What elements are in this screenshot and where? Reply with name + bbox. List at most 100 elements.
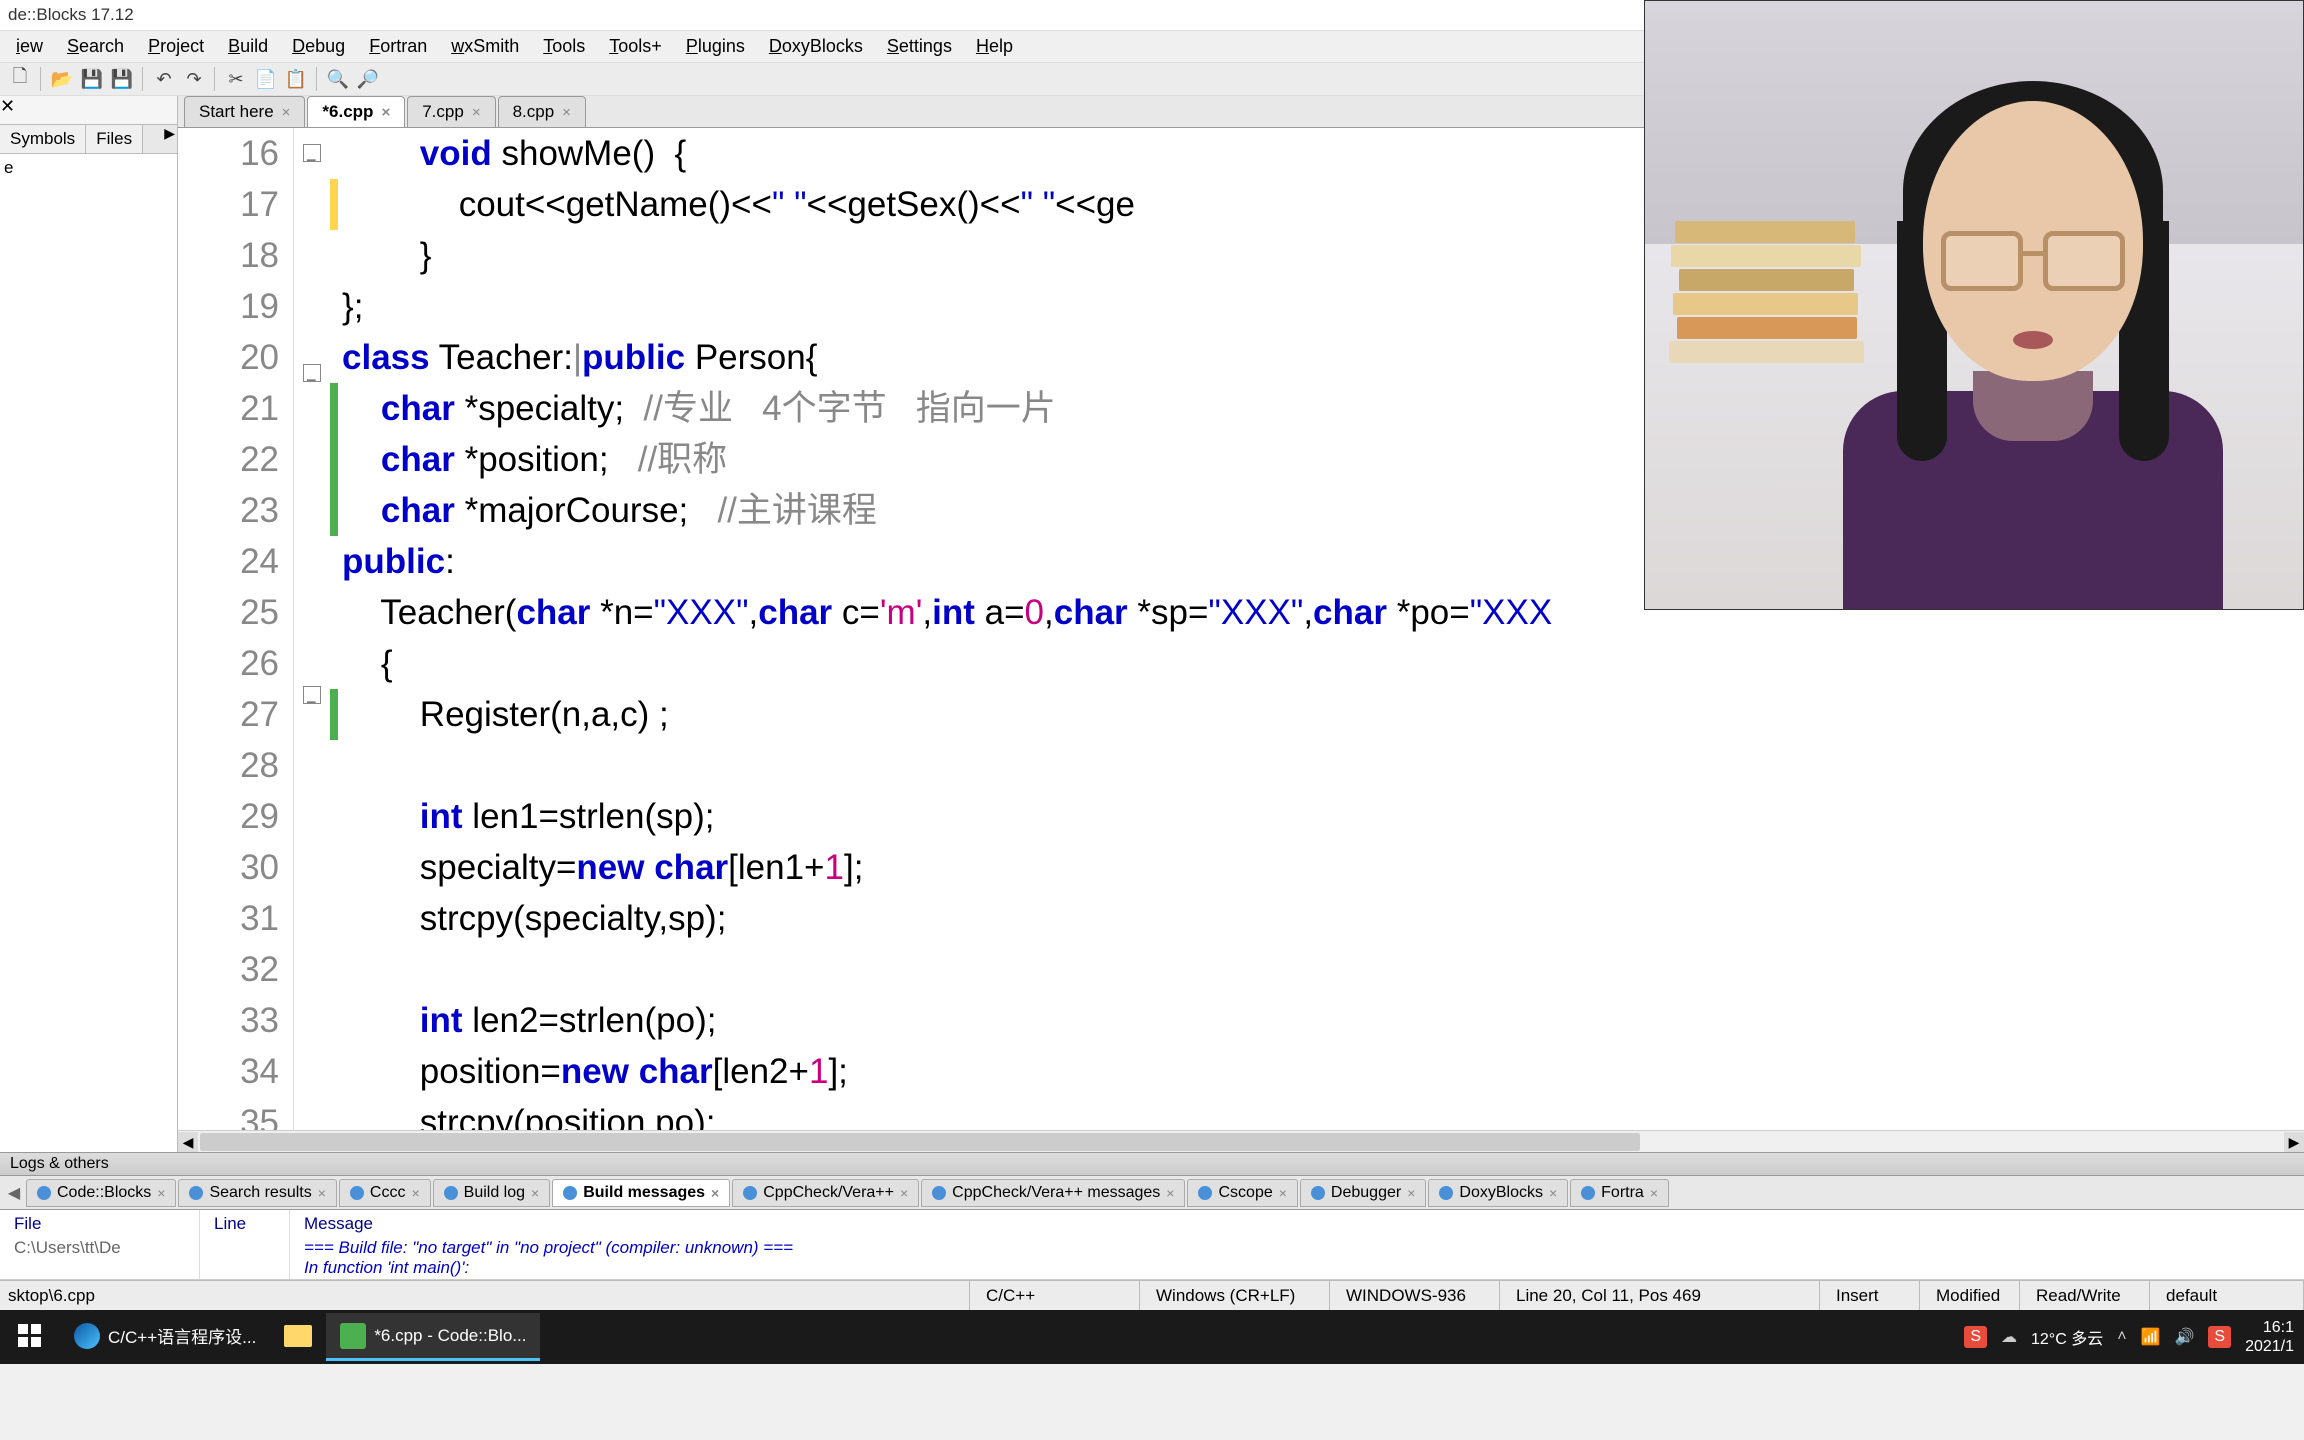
fold-column[interactable] xyxy=(294,128,330,1130)
find-button[interactable]: 🔍 xyxy=(324,65,352,93)
menu-wxsmith[interactable]: wxSmith xyxy=(439,32,531,61)
log-message-row: === Build file: "no target" in "no proje… xyxy=(290,1238,2304,1258)
file-tab[interactable]: *6.cpp× xyxy=(307,96,405,127)
ime-badge-icon[interactable]: S xyxy=(2208,1326,2231,1348)
tree-root-node[interactable]: e xyxy=(4,158,13,177)
status-profile: default xyxy=(2150,1281,2304,1310)
redo-button[interactable]: ↷ xyxy=(180,65,208,93)
log-tab[interactable]: Code::Blocks× xyxy=(26,1179,176,1207)
weather-text[interactable]: 12°C 多云 xyxy=(2031,1325,2103,1349)
close-tab-icon[interactable]: × xyxy=(562,104,571,121)
logs-header[interactable]: Logs & others xyxy=(0,1152,2304,1176)
file-tab[interactable]: 8.cpp× xyxy=(498,96,586,127)
close-log-tab-icon[interactable]: × xyxy=(711,1185,719,1201)
menu-debug[interactable]: Debug xyxy=(280,32,357,61)
new-file-button[interactable]: 🗋 xyxy=(6,65,34,93)
build-messages-panel[interactable]: File C:\Users\tt\De Line Message === Bui… xyxy=(0,1210,2304,1280)
close-log-tab-icon[interactable]: × xyxy=(900,1185,908,1201)
close-tab-icon[interactable]: × xyxy=(282,104,291,121)
log-tab[interactable]: Build messages× xyxy=(552,1179,730,1207)
close-log-tab-icon[interactable]: × xyxy=(1407,1185,1415,1201)
status-modified: Modified xyxy=(1920,1281,2020,1310)
close-log-tab-icon[interactable]: × xyxy=(531,1185,539,1201)
paste-button[interactable]: 📋 xyxy=(282,65,310,93)
menu-tools+[interactable]: Tools+ xyxy=(597,32,674,61)
sidebar-tab-scroll-icon[interactable]: ▶ xyxy=(164,125,175,142)
log-tab[interactable]: DoxyBlocks× xyxy=(1428,1179,1568,1207)
menu-project[interactable]: Project xyxy=(136,32,216,61)
windows-taskbar[interactable]: C/C++语言程序设... *6.cpp - Code::Blo... S ☁ 1… xyxy=(0,1310,2304,1364)
scroll-right-icon[interactable]: ▶ xyxy=(2284,1132,2304,1152)
system-tray[interactable]: S ☁ 12°C 多云 ˄ 📶 🔊 S 16:1 2021/1 xyxy=(1964,1318,2294,1356)
cut-button[interactable]: ✂ xyxy=(222,65,250,93)
log-tab[interactable]: Debugger× xyxy=(1300,1179,1426,1207)
open-button[interactable]: 📂 xyxy=(48,65,76,93)
close-log-tab-icon[interactable]: × xyxy=(1279,1185,1287,1201)
log-tab-icon xyxy=(743,1186,757,1200)
menu-settings[interactable]: Settings xyxy=(875,32,964,61)
copy-button[interactable]: 📄 xyxy=(252,65,280,93)
taskbar-app[interactable]: C/C++语言程序设... xyxy=(60,1313,270,1361)
log-tab[interactable]: Cscope× xyxy=(1187,1179,1297,1207)
replace-button[interactable]: 🔎 xyxy=(354,65,382,93)
close-log-tab-icon[interactable]: × xyxy=(1166,1185,1174,1201)
log-tabs-prev-icon[interactable]: ◀ xyxy=(4,1183,24,1203)
log-tab[interactable]: CppCheck/Vera++ messages× xyxy=(921,1179,1185,1207)
log-tab[interactable]: Build log× xyxy=(433,1179,551,1207)
menu-doxyblocks[interactable]: DoxyBlocks xyxy=(757,32,875,61)
weather-icon[interactable]: ☁ xyxy=(2001,1327,2017,1347)
menu-search[interactable]: Search xyxy=(55,32,136,61)
close-log-tab-icon[interactable]: × xyxy=(411,1185,419,1201)
log-tab-icon xyxy=(37,1186,51,1200)
sidebar-tab-symbols[interactable]: Symbols xyxy=(0,125,86,153)
status-language: C/C++ xyxy=(970,1281,1140,1310)
save-all-button[interactable]: 💾 xyxy=(108,65,136,93)
save-button[interactable]: 💾 xyxy=(78,65,106,93)
log-file-cell: C:\Users\tt\De xyxy=(0,1238,199,1258)
close-tab-icon[interactable]: × xyxy=(381,104,390,121)
folder-icon xyxy=(284,1325,312,1347)
log-tab[interactable]: CppCheck/Vera++× xyxy=(732,1179,919,1207)
log-tab-icon xyxy=(1198,1186,1212,1200)
scroll-left-icon[interactable]: ◀ xyxy=(178,1132,198,1152)
window-title: de::Blocks 17.12 xyxy=(8,5,134,25)
menu-help[interactable]: Help xyxy=(964,32,1025,61)
menu-iew[interactable]: iew xyxy=(4,32,55,61)
statusbar: sktop\6.cpp C/C++ Windows (CR+LF) WINDOW… xyxy=(0,1280,2304,1310)
undo-button[interactable]: ↶ xyxy=(150,65,178,93)
menu-fortran[interactable]: Fortran xyxy=(357,32,439,61)
scrollbar-thumb[interactable] xyxy=(200,1133,1640,1151)
network-icon[interactable]: 📶 xyxy=(2141,1327,2161,1347)
sidebar-tree[interactable]: e xyxy=(0,154,177,1152)
volume-icon[interactable]: 🔊 xyxy=(2174,1327,2194,1347)
close-log-tab-icon[interactable]: × xyxy=(1549,1185,1557,1201)
log-tab[interactable]: Cccc× xyxy=(339,1179,431,1207)
file-tab[interactable]: Start here× xyxy=(184,96,305,127)
edge-icon xyxy=(74,1323,100,1349)
panel-close-icon[interactable]: ✕ xyxy=(0,96,15,116)
taskbar-app[interactable]: *6.cpp - Code::Blo... xyxy=(326,1313,540,1361)
input-method-icon[interactable]: S xyxy=(1964,1326,1987,1348)
horizontal-scrollbar[interactable]: ◀ ▶ xyxy=(178,1130,2304,1152)
log-tab[interactable]: Fortra× xyxy=(1570,1179,1669,1207)
log-tab-icon xyxy=(350,1186,364,1200)
log-column-message: Message xyxy=(290,1210,2304,1238)
menu-build[interactable]: Build xyxy=(216,32,280,61)
taskbar-clock[interactable]: 16:1 2021/1 xyxy=(2245,1318,2294,1356)
menu-plugins[interactable]: Plugins xyxy=(674,32,757,61)
close-tab-icon[interactable]: × xyxy=(472,104,481,121)
status-eol: Windows (CR+LF) xyxy=(1140,1281,1330,1310)
start-button[interactable] xyxy=(0,1313,60,1361)
sidebar-tab-files[interactable]: Files xyxy=(86,125,143,153)
log-tab[interactable]: Search results× xyxy=(178,1179,336,1207)
file-tab[interactable]: 7.cpp× xyxy=(407,96,495,127)
menu-tools[interactable]: Tools xyxy=(531,32,597,61)
chevron-up-icon[interactable]: ˄ xyxy=(2117,1328,2126,1346)
taskbar-app[interactable] xyxy=(270,1313,326,1361)
close-log-tab-icon[interactable]: × xyxy=(1650,1185,1658,1201)
log-tab-icon xyxy=(189,1186,203,1200)
close-log-tab-icon[interactable]: × xyxy=(157,1185,165,1201)
status-encoding: WINDOWS-936 xyxy=(1330,1281,1500,1310)
log-tab-icon xyxy=(1439,1186,1453,1200)
close-log-tab-icon[interactable]: × xyxy=(318,1185,326,1201)
